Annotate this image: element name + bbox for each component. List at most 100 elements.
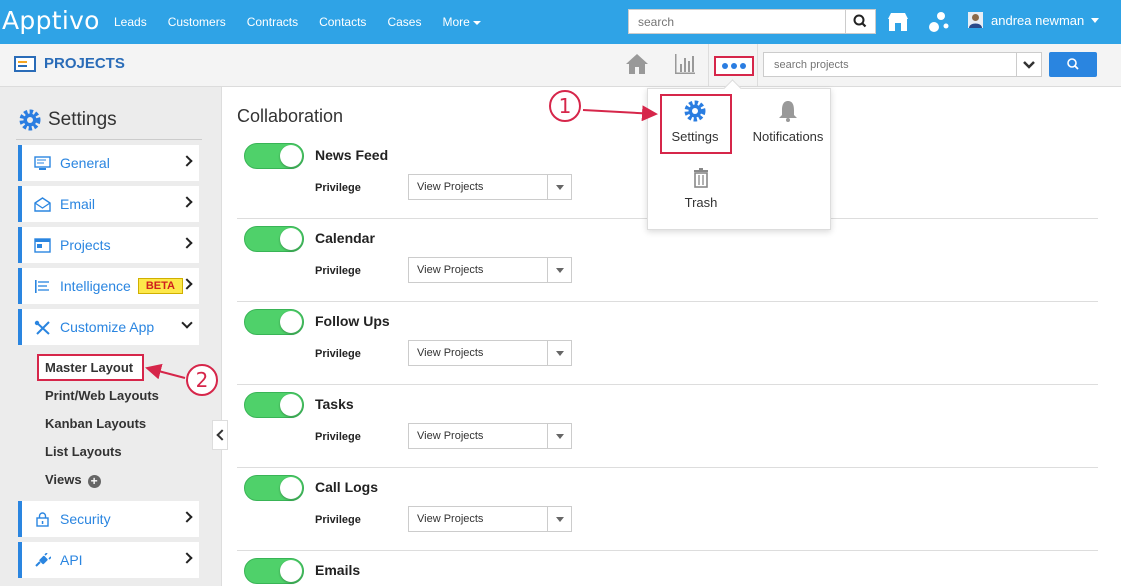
- chevron-down-icon: [547, 507, 571, 531]
- add-view-icon[interactable]: +: [87, 475, 101, 488]
- chevron-down-icon: [547, 175, 571, 199]
- chevron-down-icon: [547, 258, 571, 282]
- dropdown-item-label: Trash: [684, 195, 718, 210]
- gear-icon: [19, 109, 41, 131]
- emails-toggle[interactable]: [244, 558, 304, 584]
- chevron-down-icon: [1023, 61, 1035, 69]
- project-search-button[interactable]: [1049, 52, 1097, 77]
- submenu-list-layouts[interactable]: List Layouts: [45, 444, 122, 459]
- plug-icon: [35, 552, 51, 567]
- tools-icon: [34, 320, 50, 335]
- chevron-right-icon: [181, 552, 193, 564]
- privilege-select[interactable]: View Projects: [408, 423, 572, 449]
- sidebar-item-label: API: [60, 552, 83, 568]
- sidebar-title-text: Settings: [48, 109, 117, 130]
- follow-ups-toggle[interactable]: [244, 309, 304, 335]
- list-icon: [35, 279, 49, 293]
- nav-contacts[interactable]: Contacts: [319, 15, 366, 29]
- row-label: Emails: [315, 562, 361, 578]
- nav-more-menu[interactable]: More: [442, 15, 480, 29]
- arrow-step-1: [582, 105, 658, 122]
- row-label: Call Logs: [315, 479, 379, 495]
- nav-contracts[interactable]: Contracts: [247, 15, 298, 29]
- projects-app-icon: [14, 55, 36, 72]
- nav-cases[interactable]: Cases: [387, 15, 421, 29]
- submenu-views[interactable]: Views +: [45, 472, 101, 488]
- sidebar-item-email[interactable]: Email: [18, 186, 199, 222]
- dropdown-item-label: Notifications: [752, 129, 824, 144]
- bell-icon: [779, 101, 797, 122]
- privilege-select[interactable]: View Projects: [408, 174, 572, 200]
- chevron-down-icon: [181, 317, 193, 329]
- store-icon[interactable]: [886, 10, 910, 34]
- sidebar-item-security[interactable]: Security: [18, 501, 199, 537]
- callout-step-1: 1: [549, 90, 581, 122]
- chevron-right-icon: [181, 237, 193, 249]
- lock-icon: [36, 511, 49, 527]
- privilege-select[interactable]: View Projects: [408, 506, 572, 532]
- dropdown-item-trash[interactable]: Trash: [668, 167, 734, 210]
- sidebar-divider: [16, 139, 202, 140]
- news-feed-toggle[interactable]: [244, 143, 304, 169]
- submenu-kanban-layouts[interactable]: Kanban Layouts: [45, 416, 146, 431]
- sidebar-item-label: Security: [60, 511, 111, 527]
- feature-row-call-logs: Call Logs Privilege View Projects: [237, 468, 1098, 551]
- window-icon: [34, 237, 51, 253]
- privilege-value: View Projects: [417, 181, 484, 193]
- chevron-right-icon: [181, 278, 193, 290]
- global-search-button[interactable]: [845, 9, 876, 34]
- feature-row-calendar: Calendar Privilege View Projects: [237, 219, 1098, 302]
- dropdown-item-notifications[interactable]: Notifications: [748, 99, 828, 144]
- sidebar-item-api[interactable]: API: [18, 542, 199, 578]
- privilege-label: Privilege: [315, 182, 361, 194]
- calendar-toggle[interactable]: [244, 226, 304, 252]
- row-label: Calendar: [315, 230, 375, 246]
- privilege-select[interactable]: View Projects: [408, 340, 572, 366]
- submenu-master-layout-label[interactable]: Master Layout: [45, 360, 133, 375]
- home-icon[interactable]: [625, 53, 649, 75]
- header-divider: [708, 44, 709, 87]
- sidebar-item-label: Intelligence: [60, 278, 131, 294]
- sidebar-item-general[interactable]: General: [18, 145, 199, 181]
- chevron-right-icon: [181, 155, 193, 167]
- monitor-icon: [34, 155, 51, 170]
- search-icon: [853, 14, 867, 28]
- global-search-input[interactable]: [628, 9, 846, 34]
- more-options-button[interactable]: [714, 56, 754, 76]
- dot-icon: [740, 63, 746, 69]
- header-divider: [757, 44, 758, 87]
- tasks-toggle[interactable]: [244, 392, 304, 418]
- chevron-down-icon: [547, 341, 571, 365]
- user-menu[interactable]: andrea newman: [968, 12, 1100, 28]
- sidebar-collapse-toggle[interactable]: [212, 420, 228, 450]
- privilege-value: View Projects: [417, 513, 484, 525]
- privilege-label: Privilege: [315, 514, 361, 526]
- sidebar-item-projects[interactable]: Projects: [18, 227, 199, 263]
- chevron-right-icon: [181, 511, 193, 523]
- top-nav-bar: Apptivo Leads Customers Contracts Contac…: [0, 0, 1121, 44]
- apptivo-logo[interactable]: Apptivo: [2, 6, 100, 35]
- sidebar-item-intelligence[interactable]: Intelligence BETA: [18, 268, 199, 304]
- nav-customers[interactable]: Customers: [168, 15, 226, 29]
- dot-icon: [731, 63, 737, 69]
- privilege-label: Privilege: [315, 348, 361, 360]
- views-label: Views: [45, 472, 82, 487]
- privilege-label: Privilege: [315, 431, 361, 443]
- privilege-select[interactable]: View Projects: [408, 257, 572, 283]
- search-filter-dropdown[interactable]: [1016, 52, 1042, 77]
- project-search-input[interactable]: [763, 52, 1017, 77]
- privilege-label: Privilege: [315, 265, 361, 277]
- privilege-value: View Projects: [417, 347, 484, 359]
- connections-icon[interactable]: [926, 10, 950, 34]
- row-label: Tasks: [315, 396, 354, 412]
- call-logs-toggle[interactable]: [244, 475, 304, 501]
- chevron-right-icon: [181, 196, 193, 208]
- sidebar-item-customize-app[interactable]: Customize App: [18, 309, 199, 345]
- analytics-icon[interactable]: [673, 52, 697, 76]
- nav-leads[interactable]: Leads: [114, 15, 147, 29]
- submenu-print-web-layouts[interactable]: Print/Web Layouts: [45, 388, 159, 403]
- user-name: andrea newman: [991, 12, 1085, 28]
- page-title[interactable]: PROJECTS: [14, 55, 125, 72]
- search-icon: [1067, 58, 1079, 70]
- row-label: Follow Ups: [315, 313, 390, 329]
